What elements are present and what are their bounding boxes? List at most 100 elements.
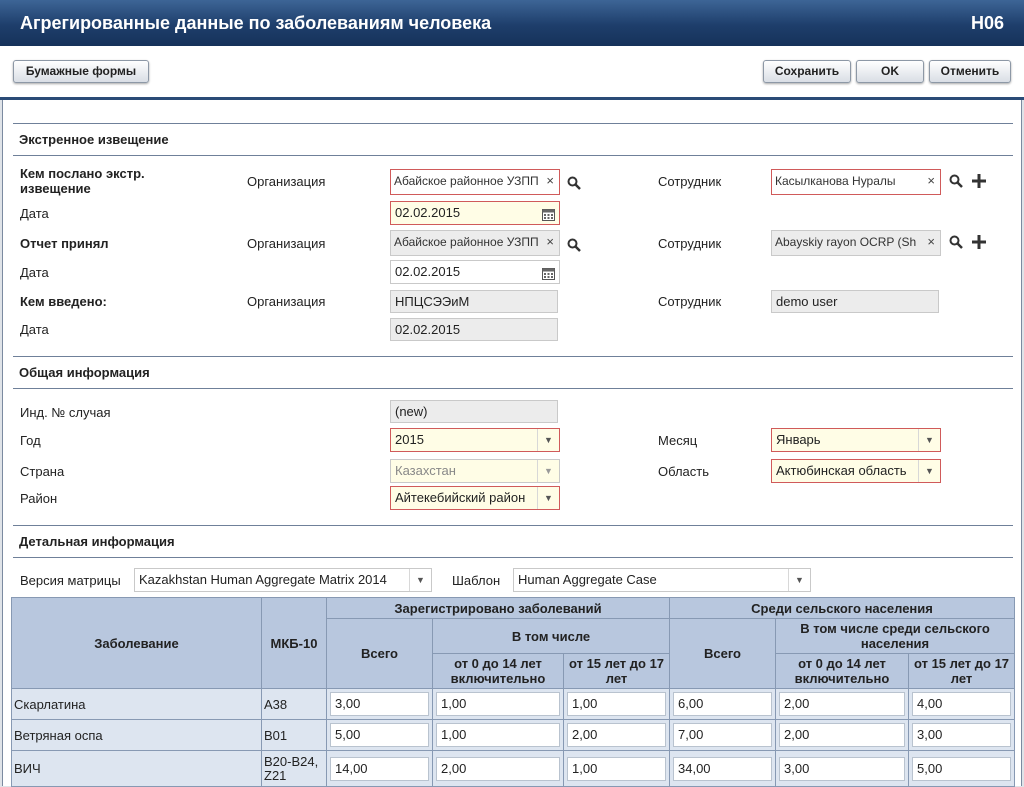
sent-org-field[interactable]: Абайское районное УЗПП × <box>390 169 560 195</box>
cell-input[interactable]: 2,00 <box>436 756 560 781</box>
icd-code: B20-B24, Z21 <box>261 750 327 787</box>
month-select[interactable]: Январь ▼ <box>771 428 941 452</box>
sent-date-field[interactable]: 02.02.2015 <box>390 201 560 225</box>
sent-employee-value: Касылканова Нуралы <box>775 174 896 188</box>
cell-input[interactable]: 5,00 <box>912 756 1011 781</box>
matrix-label: Версия матрицы <box>20 573 121 588</box>
entered-employee-value: demo user <box>776 294 838 309</box>
cell-input[interactable]: 2,00 <box>567 723 666 747</box>
chevron-down-icon[interactable]: ▼ <box>409 569 431 591</box>
cell-input[interactable]: 4,00 <box>912 692 1011 716</box>
country-select[interactable]: Казахстан ▼ <box>390 459 560 483</box>
cell-input[interactable]: 5,00 <box>330 723 429 747</box>
close-icon[interactable]: × <box>546 231 554 253</box>
accepted-org-field[interactable]: Абайское районное УЗПП × <box>390 230 560 256</box>
region-select[interactable]: Актюбинская область ▼ <box>771 459 941 483</box>
sent-org-label: Организация <box>247 174 326 189</box>
chevron-down-icon[interactable]: ▼ <box>537 487 559 509</box>
search-icon[interactable] <box>949 235 963 252</box>
sent-by-label: Кем послано экстр. извещение <box>20 166 145 196</box>
close-icon[interactable]: × <box>927 170 935 192</box>
cell-input[interactable]: 34,00 <box>673 756 772 781</box>
case-no-label: Инд. № случая <box>20 405 111 420</box>
window-title-bar: Агрегированные данные по заболеваниям че… <box>0 0 1024 46</box>
district-select[interactable]: Айтекебийский район ▼ <box>390 486 560 510</box>
cell-input[interactable]: 1,00 <box>567 756 666 781</box>
template-label: Шаблон <box>452 573 501 588</box>
accepted-org-label: Организация <box>247 236 326 251</box>
country-value: Казахстан <box>395 463 456 478</box>
table-row: Ветряная оспа B01 5,00 1,00 2,00 7,00 2,… <box>11 719 1015 751</box>
cell-input[interactable]: 2,00 <box>779 723 905 747</box>
entered-org-value: НПЦСЭЭиМ <box>395 294 470 309</box>
accepted-org-value: Абайское районное УЗПП <box>394 235 539 249</box>
col-header-rural-total: Всего <box>669 618 776 689</box>
save-button[interactable]: Сохранить <box>763 60 851 83</box>
disease-name: Ветряная оспа <box>11 719 262 751</box>
col-header-total: Всего <box>326 618 433 689</box>
table-row: Скарлатина A38 3,00 1,00 1,00 6,00 2,00 … <box>11 688 1015 720</box>
year-select[interactable]: 2015 ▼ <box>390 428 560 452</box>
chevron-down-icon[interactable]: ▼ <box>537 460 559 482</box>
sent-date-value: 02.02.2015 <box>395 205 461 220</box>
paper-forms-button[interactable]: Бумажные формы <box>13 60 149 83</box>
region-value: Актюбинская область <box>776 463 907 478</box>
template-value: Human Aggregate Case <box>518 572 657 587</box>
cell-input[interactable]: 1,00 <box>436 723 560 747</box>
cell-input[interactable]: 3,00 <box>779 756 905 781</box>
chevron-down-icon[interactable]: ▼ <box>788 569 810 591</box>
chevron-down-icon[interactable]: ▼ <box>537 429 559 451</box>
ok-button[interactable]: OK <box>856 60 924 83</box>
form-code: H06 <box>970 13 1004 33</box>
calendar-icon[interactable] <box>542 265 555 283</box>
chevron-down-icon[interactable]: ▼ <box>918 429 940 451</box>
sent-employee-label: Сотрудник <box>658 174 722 189</box>
section-detail-header: Детальная информация <box>13 525 1013 558</box>
cell-input[interactable]: 1,00 <box>436 692 560 716</box>
cancel-button[interactable]: Отменить <box>929 60 1011 83</box>
accepted-date-label: Дата <box>20 265 49 280</box>
cell-input[interactable]: 2,00 <box>779 692 905 716</box>
col-header-rural-0-14: от 0 до 14 лет включительно <box>775 653 909 689</box>
district-label: Район <box>20 491 58 506</box>
matrix-select[interactable]: Kazakhstan Human Aggregate Matrix 2014 ▼ <box>134 568 432 592</box>
cell-input[interactable]: 7,00 <box>673 723 772 747</box>
entered-date-field: 02.02.2015 <box>390 318 558 341</box>
add-icon[interactable] <box>972 235 986 252</box>
sent-date-label: Дата <box>20 206 49 221</box>
accepted-employee-label: Сотрудник <box>658 236 722 251</box>
close-icon[interactable]: × <box>927 231 935 253</box>
sent-employee-field[interactable]: Касылканова Нуралы × <box>771 169 941 195</box>
accepted-date-value: 02.02.2015 <box>395 264 461 279</box>
accepted-date-field[interactable]: 02.02.2015 <box>390 260 560 284</box>
cell-input[interactable]: 3,00 <box>330 692 429 716</box>
month-value: Январь <box>776 432 821 447</box>
cell-input[interactable]: 14,00 <box>330 756 429 781</box>
entered-date-value: 02.02.2015 <box>395 322 461 337</box>
section-emergency-header: Экстренное извещение <box>13 123 1013 156</box>
section-emergency-title: Экстренное извещение <box>19 132 169 147</box>
search-icon[interactable] <box>567 238 581 255</box>
subgroup-header-including: В том числе <box>432 618 670 654</box>
entered-employee-label: Сотрудник <box>658 294 722 309</box>
accepted-employee-field[interactable]: Abayskiy rayon OCRP (Sh × <box>771 230 941 256</box>
search-icon[interactable] <box>567 176 581 193</box>
entered-org-label: Организация <box>247 294 326 309</box>
entered-org-field: НПЦСЭЭиМ <box>390 290 558 313</box>
cell-input[interactable]: 3,00 <box>912 723 1011 747</box>
calendar-icon[interactable] <box>542 206 555 224</box>
accepted-label: Отчет принял <box>20 236 109 251</box>
close-icon[interactable]: × <box>546 170 554 192</box>
cell-input[interactable]: 1,00 <box>567 692 666 716</box>
add-icon[interactable] <box>972 174 986 191</box>
cell-input[interactable]: 6,00 <box>673 692 772 716</box>
entered-employee-field: demo user <box>771 290 939 313</box>
disease-name: Скарлатина <box>11 688 262 720</box>
search-icon[interactable] <box>949 174 963 191</box>
template-select[interactable]: Human Aggregate Case ▼ <box>513 568 811 592</box>
chevron-down-icon[interactable]: ▼ <box>918 460 940 482</box>
toolbar: Бумажные формы Сохранить OK Отменить <box>0 46 1024 100</box>
section-detail-title: Детальная информация <box>19 534 175 549</box>
year-label: Год <box>20 433 41 448</box>
matrix-value: Kazakhstan Human Aggregate Matrix 2014 <box>139 572 387 587</box>
